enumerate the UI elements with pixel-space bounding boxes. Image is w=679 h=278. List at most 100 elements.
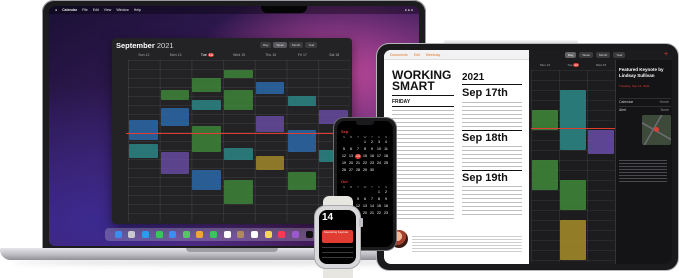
day-header[interactable]: Wed 15 bbox=[223, 53, 255, 57]
tab-year[interactable]: Year bbox=[613, 52, 626, 58]
day-cell[interactable]: 6 bbox=[348, 147, 354, 152]
day-cell[interactable]: 28 bbox=[355, 168, 361, 173]
music-icon[interactable] bbox=[278, 231, 286, 238]
day-cell[interactable]: 23 bbox=[383, 211, 389, 216]
day-cell[interactable]: 8 bbox=[362, 147, 368, 152]
calendar-event-block[interactable] bbox=[532, 110, 558, 130]
day-cell[interactable]: 9 bbox=[369, 147, 375, 152]
calendar-event-block[interactable] bbox=[224, 70, 253, 78]
day-cell[interactable]: 10 bbox=[376, 147, 382, 152]
weekday-button[interactable]: Weekday bbox=[426, 53, 441, 57]
tv-icon[interactable] bbox=[305, 231, 313, 238]
day-cell[interactable]: 3 bbox=[376, 140, 382, 145]
day-cell[interactable]: 25 bbox=[383, 161, 389, 166]
facetime-icon[interactable] bbox=[210, 231, 218, 238]
tab-day[interactable]: Day bbox=[260, 42, 272, 48]
day-header[interactable]: Fri 17 bbox=[287, 53, 319, 57]
calendar-event-block[interactable] bbox=[560, 90, 586, 150]
calendar-event-block[interactable] bbox=[192, 126, 222, 152]
day-cell[interactable]: 11 bbox=[383, 147, 389, 152]
day-header[interactable]: Mon 13 bbox=[531, 63, 559, 67]
day-header[interactable]: Mon 13 bbox=[160, 53, 192, 57]
digital-crown[interactable] bbox=[359, 218, 363, 227]
menu-item[interactable]: View bbox=[104, 6, 112, 14]
day-cell[interactable]: 2 bbox=[383, 190, 389, 195]
day-cell[interactable]: 7 bbox=[369, 197, 375, 202]
apple-menu-icon[interactable]: ● bbox=[55, 6, 57, 14]
tab-week[interactable]: Week bbox=[579, 52, 593, 58]
tab-day[interactable]: Day bbox=[565, 52, 577, 58]
calendar-event-block[interactable] bbox=[160, 152, 190, 174]
day-cell[interactable]: 13 bbox=[348, 154, 354, 159]
day-cell[interactable]: 26 bbox=[341, 168, 347, 173]
menu-item[interactable]: Calendar bbox=[62, 6, 77, 14]
day-cell[interactable]: 21 bbox=[355, 161, 361, 166]
calendar-event-block[interactable] bbox=[160, 90, 190, 100]
day-cell[interactable]: 29 bbox=[362, 168, 368, 173]
day-cell[interactable]: 18 bbox=[383, 154, 389, 159]
calendar-event-block[interactable] bbox=[192, 170, 222, 190]
calendar-event-block[interactable] bbox=[224, 180, 253, 204]
day-header-today[interactable]: Tue 14 bbox=[191, 53, 223, 57]
calendar-event-block[interactable] bbox=[287, 172, 317, 190]
day-cell[interactable]: 5 bbox=[355, 197, 361, 202]
day-cell[interactable]: 1 bbox=[376, 190, 382, 195]
day-cell[interactable]: 22 bbox=[376, 211, 382, 216]
day-cell[interactable]: 9 bbox=[383, 197, 389, 202]
day-cell[interactable]: 5 bbox=[341, 147, 347, 152]
reminders-icon[interactable] bbox=[251, 231, 259, 238]
day-header[interactable]: Sun 12 bbox=[128, 53, 160, 57]
calendar-event-block[interactable] bbox=[129, 144, 158, 158]
edit-button[interactable]: Edit bbox=[414, 53, 420, 57]
day-cell[interactable]: 20 bbox=[348, 161, 354, 166]
day-cell[interactable]: 21 bbox=[369, 211, 375, 216]
day-cell[interactable]: 14 bbox=[355, 154, 361, 159]
tab-month[interactable]: Month bbox=[288, 42, 304, 48]
event-calendar-row[interactable]: Calendar Home bbox=[619, 98, 671, 104]
day-cell[interactable]: 15 bbox=[376, 204, 382, 209]
day-cell[interactable]: 1 bbox=[362, 140, 368, 145]
safari-icon[interactable] bbox=[141, 231, 149, 238]
finder-icon[interactable] bbox=[114, 231, 122, 238]
calendar-event-block[interactable] bbox=[532, 160, 558, 190]
tab-month[interactable]: Month bbox=[595, 52, 611, 58]
day-cell[interactable]: 14 bbox=[369, 204, 375, 209]
calendar-event-block[interactable] bbox=[255, 116, 285, 132]
day-cell[interactable]: 15 bbox=[362, 154, 368, 159]
menu-item[interactable]: Edit bbox=[93, 6, 99, 14]
day-cell[interactable]: 30 bbox=[369, 168, 375, 173]
documents-button[interactable]: Documents bbox=[390, 53, 408, 57]
day-cell[interactable]: 4 bbox=[383, 140, 389, 145]
calendar-event-block[interactable] bbox=[588, 130, 614, 154]
day-cell[interactable]: 7 bbox=[355, 147, 361, 152]
day-cell[interactable]: 23 bbox=[369, 161, 375, 166]
calendar-event-block[interactable] bbox=[224, 90, 253, 110]
day-cell[interactable]: 8 bbox=[376, 197, 382, 202]
day-cell[interactable]: 17 bbox=[376, 154, 382, 159]
calendar-event-block[interactable] bbox=[224, 148, 253, 160]
mac-calendar-window[interactable]: September 2021 Day Week Month Year Sun 1… bbox=[112, 38, 352, 224]
day-cell[interactable]: 24 bbox=[376, 161, 382, 166]
day-cell[interactable]: 6 bbox=[362, 197, 368, 202]
day-header[interactable]: Sat 18 bbox=[318, 53, 350, 57]
day-cell[interactable]: 13 bbox=[362, 204, 368, 209]
day-cell[interactable]: 27 bbox=[348, 168, 354, 173]
day-cell[interactable]: 16 bbox=[383, 204, 389, 209]
event-alert-row[interactable]: Alert None bbox=[619, 106, 671, 112]
calendar-event-block[interactable] bbox=[560, 220, 586, 260]
photos-icon[interactable] bbox=[196, 231, 204, 238]
messages-icon[interactable] bbox=[155, 231, 163, 238]
day-cell[interactable]: 20 bbox=[362, 211, 368, 216]
day-header-today[interactable]: Tue 14 bbox=[559, 63, 587, 67]
tab-week[interactable]: Week bbox=[273, 42, 287, 48]
launchpad-icon[interactable] bbox=[128, 231, 136, 238]
menu-item[interactable]: File bbox=[82, 6, 88, 14]
tab-year[interactable]: Year bbox=[305, 42, 318, 48]
location-map[interactable] bbox=[642, 115, 671, 145]
calendar-event-block[interactable] bbox=[255, 82, 285, 94]
day-cell[interactable]: 16 bbox=[369, 154, 375, 159]
day-header[interactable]: Thu 16 bbox=[255, 53, 287, 57]
calendar-event-block[interactable] bbox=[192, 100, 222, 110]
calendar-event-block[interactable] bbox=[192, 78, 222, 92]
day-cell[interactable]: 12 bbox=[341, 154, 347, 159]
